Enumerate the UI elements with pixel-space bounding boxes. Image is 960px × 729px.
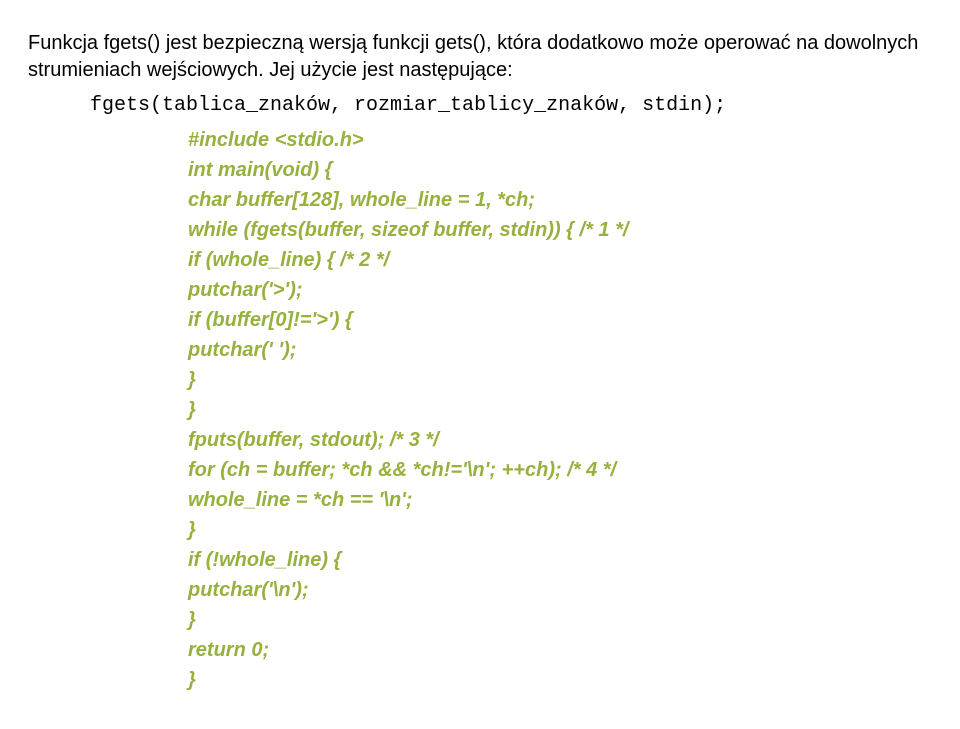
code-row: #include <stdio.h>	[188, 125, 932, 155]
intro-paragraph: Funkcja fgets() jest bezpieczną wersją f…	[28, 30, 932, 84]
code-row: putchar('\n');	[188, 575, 932, 605]
code-row: }	[188, 515, 932, 545]
code-row: putchar(' ');	[188, 335, 932, 365]
code-row: if (whole_line) { /* 2 */	[188, 245, 932, 275]
code-row: }	[188, 395, 932, 425]
code-row: int main(void) {	[188, 155, 932, 185]
code-row: while (fgets(buffer, sizeof buffer, stdi…	[188, 215, 932, 245]
code-example: #include <stdio.h> int main(void) { char…	[188, 125, 932, 695]
code-row: putchar('>');	[188, 275, 932, 305]
code-row: char buffer[128], whole_line = 1, *ch;	[188, 185, 932, 215]
code-row: return 0;	[188, 635, 932, 665]
code-row: whole_line = *ch == '\n';	[188, 485, 932, 515]
code-row: }	[188, 605, 932, 635]
code-row: if (buffer[0]!='>') {	[188, 305, 932, 335]
code-row: fputs(buffer, stdout); /* 3 */	[188, 425, 932, 455]
code-row: for (ch = buffer; *ch && *ch!='\n'; ++ch…	[188, 455, 932, 485]
code-row: }	[188, 365, 932, 395]
code-row: }	[188, 665, 932, 695]
usage-syntax: fgets(tablica_znaków, rozmiar_tablicy_zn…	[90, 92, 932, 119]
code-row: if (!whole_line) {	[188, 545, 932, 575]
